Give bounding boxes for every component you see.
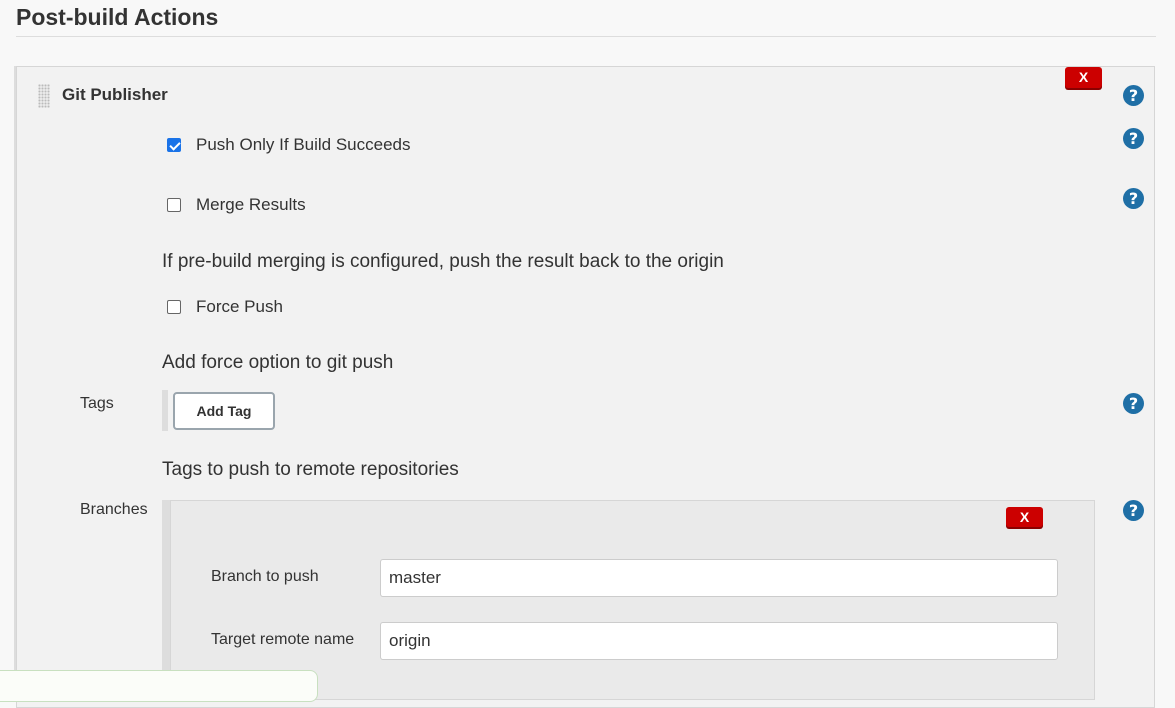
tags-left-bar <box>162 390 168 431</box>
force-push-label[interactable]: Force Push <box>196 297 283 317</box>
git-publisher-title: Git Publisher <box>62 85 168 104</box>
branch-to-push-label: Branch to push <box>211 568 319 585</box>
help-publisher-icon[interactable]: ? <box>1123 85 1144 106</box>
merge-results-label[interactable]: Merge Results <box>196 195 306 215</box>
target-remote-input[interactable] <box>380 622 1058 660</box>
force-push-checkbox[interactable] <box>167 300 181 314</box>
delete-branch-button[interactable]: X <box>1006 507 1043 527</box>
target-remote-label: Target remote name <box>211 631 355 648</box>
push-only-checkbox[interactable] <box>167 138 181 152</box>
tags-description: Tags to push to remote repositories <box>162 459 459 480</box>
delete-publisher-button[interactable]: X <box>1065 67 1102 88</box>
push-only-label[interactable]: Push Only If Build Succeeds <box>196 135 411 155</box>
force-push-row: Force Push <box>167 297 283 317</box>
drag-handle-icon[interactable] <box>38 84 50 108</box>
help-merge-results-icon[interactable]: ? <box>1123 188 1144 209</box>
merge-results-description: If pre-build merging is configured, push… <box>162 251 724 272</box>
branch-to-push-input[interactable] <box>380 559 1058 597</box>
push-only-row: Push Only If Build Succeeds <box>167 135 411 155</box>
help-tags-icon[interactable]: ? <box>1123 393 1144 414</box>
branches-label: Branches <box>80 501 148 518</box>
help-push-only-icon[interactable]: ? <box>1123 128 1144 149</box>
section-title: Post-build Actions <box>16 4 219 30</box>
merge-results-checkbox[interactable] <box>167 198 181 212</box>
notification-edge <box>0 670 318 702</box>
help-branches-icon[interactable]: ? <box>1123 500 1144 521</box>
section-divider <box>16 36 1156 37</box>
tags-label: Tags <box>80 395 114 412</box>
force-push-description: Add force option to git push <box>162 352 394 373</box>
add-tag-button[interactable]: Add Tag <box>173 392 275 430</box>
merge-results-row: Merge Results <box>167 195 306 215</box>
